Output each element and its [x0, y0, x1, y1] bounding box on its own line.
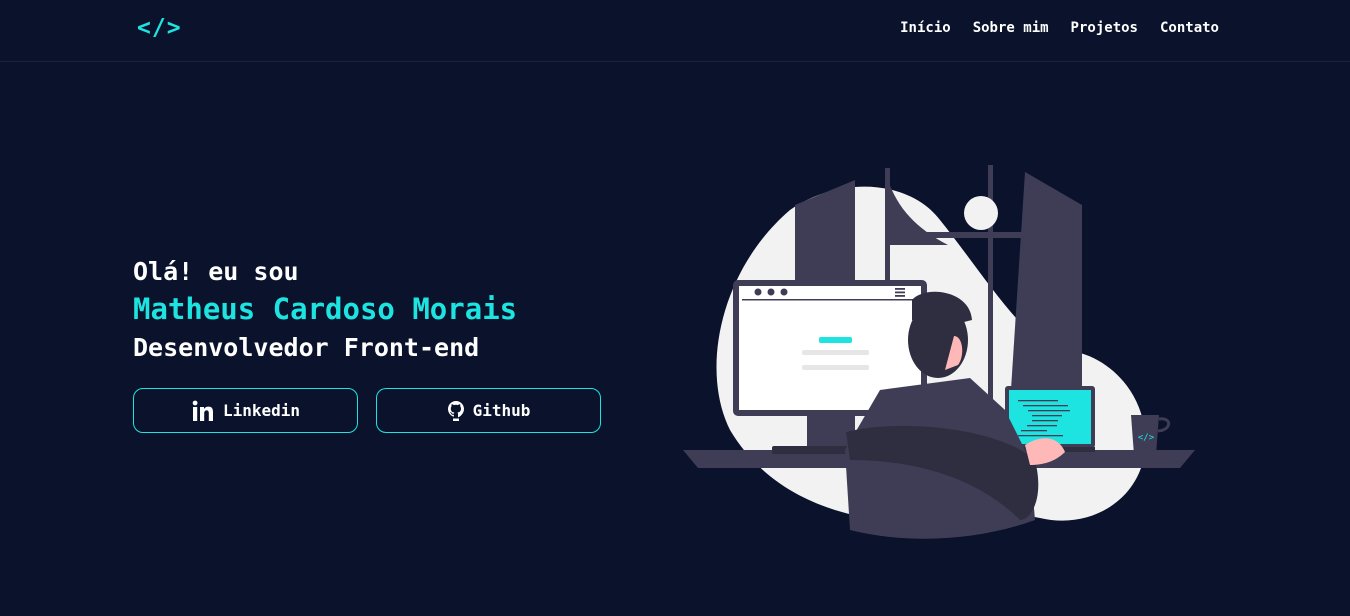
- nav-link-inicio[interactable]: Início: [900, 20, 951, 36]
- mug-code-label: </>: [1138, 433, 1155, 443]
- developer-at-desk-image: </>: [683, 165, 1195, 539]
- hero-name: Matheus Cardoso Morais: [133, 292, 518, 326]
- developer-illustration: </>: [680, 160, 1200, 550]
- nav-link-contato[interactable]: Contato: [1160, 20, 1219, 36]
- site-header: </> Início Sobre mim Projetos Contato: [0, 0, 1350, 62]
- nav-link-sobre-mim[interactable]: Sobre mim: [973, 20, 1049, 36]
- linkedin-button-label: Linkedin: [222, 401, 301, 420]
- main-nav: Início Sobre mim Projetos Contato: [900, 20, 1219, 36]
- nav-link-projetos[interactable]: Projetos: [1071, 20, 1138, 36]
- github-button[interactable]: Github: [376, 388, 601, 433]
- site-logo[interactable]: </>: [137, 15, 182, 41]
- github-icon: [447, 400, 465, 421]
- hero-intro: Olá! eu sou Matheus Cardoso Morais Desen…: [133, 253, 517, 366]
- linkedin-icon: [191, 399, 215, 423]
- hero-role: Desenvolvedor Front-end: [133, 333, 480, 362]
- hero-greeting: Olá! eu sou: [133, 257, 299, 286]
- github-button-label: Github: [472, 401, 531, 420]
- linkedin-button[interactable]: Linkedin: [133, 388, 358, 433]
- social-buttons: Linkedin Github: [133, 388, 601, 433]
